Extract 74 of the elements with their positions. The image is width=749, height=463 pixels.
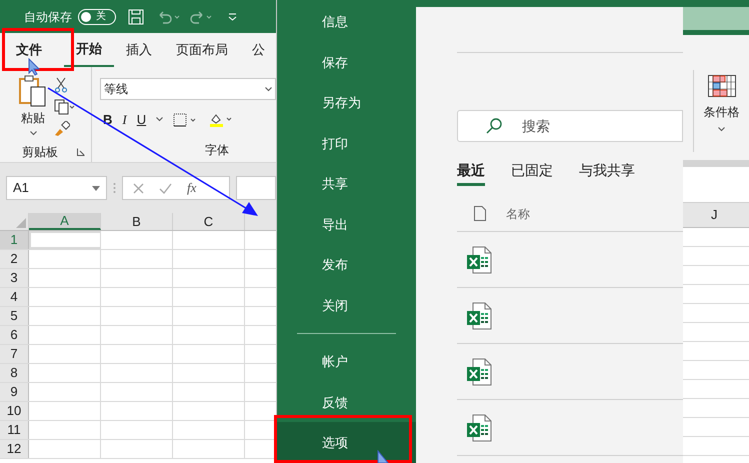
document-icon [474, 206, 486, 221]
column-header[interactable]: 名称 [506, 204, 530, 222]
excel-file-icon [466, 414, 492, 442]
ribbon-tab[interactable]: 文件 [0, 33, 64, 67]
row-header[interactable]: 7 [0, 345, 29, 363]
row-header[interactable]: 1 [0, 231, 29, 249]
menu-item[interactable]: 保存 [277, 42, 416, 83]
paste-button[interactable]: 粘贴 [16, 75, 50, 143]
formula-field[interactable] [236, 176, 276, 200]
font-name-field[interactable]: 等线 [100, 78, 276, 100]
column-header[interactable]: J [711, 205, 718, 225]
conditional-format-button[interactable]: 条件格 [694, 35, 749, 160]
chevron-icon [718, 127, 725, 132]
row-header[interactable]: 10 [0, 402, 29, 420]
menu-item[interactable]: 共享 [277, 164, 416, 204]
ribbon-tab[interactable]: 插入 [114, 33, 164, 67]
grip-icon [113, 182, 116, 194]
name-box[interactable]: A1 [6, 176, 107, 200]
excel-file-icon [466, 358, 492, 386]
insert-function-button[interactable]: fx [187, 178, 196, 198]
save-icon[interactable] [128, 8, 144, 24]
row-header[interactable]: 11 [0, 421, 29, 439]
active-cell[interactable] [29, 231, 101, 249]
underline-button[interactable]: U [136, 110, 146, 130]
clipboard-icon [18, 75, 48, 107]
backstage-tab[interactable]: 与我共享 [579, 160, 635, 186]
cursor-icon [28, 58, 40, 76]
chevron-icon [30, 131, 36, 136]
dropdown-icon [92, 186, 100, 190]
menu-item[interactable]: 反馈 [277, 382, 416, 422]
scissors-icon[interactable] [54, 77, 68, 93]
excel-file-icon [466, 302, 492, 330]
menu-item[interactable]: 发布 [277, 244, 416, 286]
check-icon[interactable] [159, 182, 172, 194]
dialog-launcher-icon[interactable] [77, 148, 85, 156]
search-field[interactable]: 搜索 [457, 110, 683, 142]
select-all-icon[interactable] [16, 218, 26, 228]
autosave-label: 自动保存 [24, 8, 72, 26]
row-header[interactable]: 6 [0, 326, 29, 344]
highlight-box [2, 28, 74, 71]
row-header[interactable]: 2 [0, 250, 29, 268]
menu-item[interactable]: 打印 [277, 123, 416, 164]
column-header[interactable]: B [101, 213, 173, 230]
row-header[interactable]: 8 [0, 364, 29, 382]
column-header[interactable]: A [29, 213, 101, 230]
row-header[interactable]: 9 [0, 383, 29, 401]
copy-icon[interactable] [54, 99, 76, 115]
backstage-tab[interactable]: 最近 [457, 160, 485, 186]
cancel-icon[interactable] [133, 182, 144, 194]
conditional-format-icon [708, 75, 736, 97]
ribbon-tab[interactable]: 页面布局 [164, 33, 240, 67]
row-header[interactable]: 3 [0, 269, 29, 287]
menu-item[interactable]: 信息 [277, 2, 416, 42]
excel-file-icon [466, 246, 492, 274]
brush-icon[interactable] [54, 121, 70, 137]
chevron-icon [265, 86, 272, 92]
menu-item[interactable]: 选项 [277, 422, 416, 463]
ribbon-tab[interactable]: 公 [240, 33, 277, 67]
group-label: 字体 [205, 142, 230, 158]
chevron-icon [156, 117, 164, 122]
row-header[interactable]: 5 [0, 307, 29, 325]
row-header[interactable]: 12 [0, 440, 29, 458]
italic-button[interactable]: I [122, 110, 127, 130]
group-label: 剪贴板 [22, 144, 58, 161]
row-header[interactable]: 4 [0, 288, 29, 306]
menu-item[interactable]: 导出 [277, 204, 416, 245]
cursor-icon [377, 450, 389, 463]
menu-item[interactable]: 关闭 [277, 285, 416, 326]
menu-item[interactable]: 另存为 [277, 82, 416, 124]
search-icon [486, 118, 502, 134]
customize-toolbar-icon[interactable] [228, 12, 237, 20]
menu-item[interactable]: 帐户 [277, 342, 416, 382]
autosave-toggle[interactable]: 关 [78, 8, 116, 24]
backstage-tab[interactable]: 已固定 [511, 160, 553, 186]
